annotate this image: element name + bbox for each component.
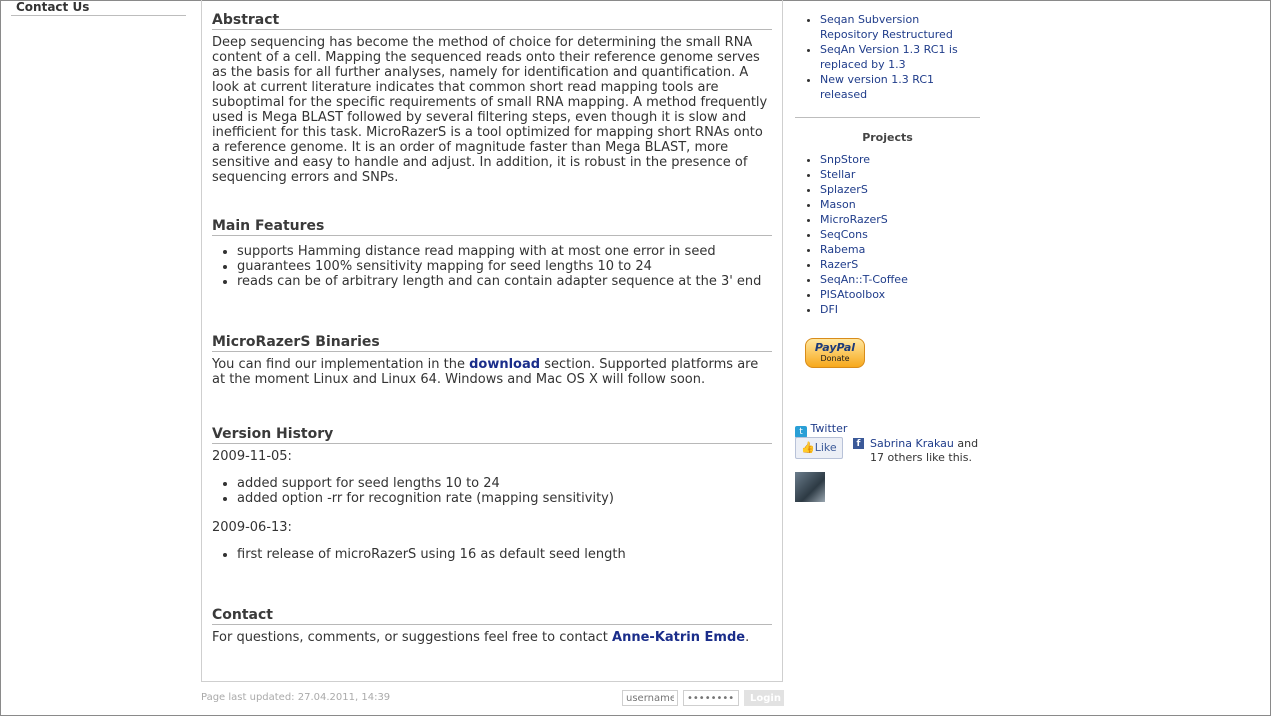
news-item: New version 1.3 RC1 released <box>820 72 980 102</box>
list-item: supports Hamming distance read mapping w… <box>237 244 772 259</box>
binaries-title: MicroRazerS Binaries <box>212 334 772 352</box>
news-link[interactable]: New version 1.3 RC1 released <box>820 73 934 101</box>
twitter-link[interactable]: t Twitter <box>795 422 847 438</box>
news-list: Seqan Subversion Repository Restructured… <box>795 12 980 102</box>
list-item: guarantees 100% sensitivity mapping for … <box>237 259 772 274</box>
footer: Page last updated: 27.04.2011, 14:39 Log… <box>201 690 784 708</box>
project-item: Mason <box>820 197 980 212</box>
abstract-text: Deep sequencing has become the method of… <box>212 35 768 185</box>
project-link[interactable]: SeqCons <box>820 228 868 241</box>
features-title: Main Features <box>212 218 772 236</box>
left-nav: Contact Us <box>11 0 186 16</box>
like-person-link[interactable]: Sabrina Krakau <box>870 437 954 450</box>
right-sidebar: Seqan Subversion Repository Restructured… <box>795 0 980 502</box>
thumbs-up-icon: 👍 <box>801 441 815 454</box>
download-link[interactable]: download <box>469 357 540 372</box>
history-date-1: 2009-11-05: <box>212 449 292 464</box>
project-link[interactable]: Rabema <box>820 243 865 256</box>
project-item: PISAtoolbox <box>820 287 980 302</box>
project-item: MicroRazerS <box>820 212 980 227</box>
project-item: SnpStore <box>820 152 980 167</box>
project-item: Stellar <box>820 167 980 182</box>
news-item: SeqAn Version 1.3 RC1 is replaced by 1.3 <box>820 42 980 72</box>
like-label: Like <box>814 441 837 454</box>
username-input[interactable] <box>622 690 678 706</box>
projects-list: SnpStore Stellar SplazerS Mason MicroRaz… <box>795 152 980 317</box>
contact-text-before: For questions, comments, or suggestions … <box>212 630 613 645</box>
news-item: Seqan Subversion Repository Restructured <box>820 12 980 42</box>
project-item: SplazerS <box>820 182 980 197</box>
contact-text-after: . <box>745 630 750 645</box>
news-link[interactable]: SeqAn Version 1.3 RC1 is replaced by 1.3 <box>820 43 958 71</box>
list-item: added option -rr for recognition rate (m… <box>237 491 772 506</box>
project-link[interactable]: RazerS <box>820 258 858 271</box>
avatar[interactable] <box>795 472 825 502</box>
paypal-label: PayPal <box>814 341 856 354</box>
project-link[interactable]: Stellar <box>820 168 855 181</box>
projects-title: Projects <box>862 131 913 144</box>
binaries-text-before: You can find our implementation in the <box>212 357 470 372</box>
last-updated: Page last updated: 27.04.2011, 14:39 <box>201 692 391 703</box>
facebook-like-button[interactable]: 👍Like <box>795 437 843 459</box>
binaries-text: You can find our implementation in the d… <box>212 357 772 387</box>
project-item: DFI <box>820 302 980 317</box>
project-link[interactable]: MicroRazerS <box>820 213 888 226</box>
paypal-donate-button[interactable]: PayPal Donate <box>805 338 865 368</box>
history-list-2: first release of microRazerS using 16 as… <box>212 547 772 562</box>
news-link[interactable]: Seqan Subversion Repository Restructured <box>820 13 953 41</box>
project-link[interactable]: Mason <box>820 198 856 211</box>
donate-label: Donate <box>820 354 850 363</box>
project-link[interactable]: SplazerS <box>820 183 868 196</box>
history-list-1: added support for seed lengths 10 to 24 … <box>212 476 772 506</box>
project-item: RazerS <box>820 257 980 272</box>
contact-link[interactable]: Anne-Katrin Emde <box>612 630 745 645</box>
contact-text: For questions, comments, or suggestions … <box>212 630 772 645</box>
project-link[interactable]: DFI <box>820 303 838 316</box>
features-list: supports Hamming distance read mapping w… <box>212 244 772 289</box>
project-link[interactable]: SnpStore <box>820 153 870 166</box>
list-item: first release of microRazerS using 16 as… <box>237 547 772 562</box>
project-item: Rabema <box>820 242 980 257</box>
project-item: SeqCons <box>820 227 980 242</box>
facebook-icon: f <box>853 438 864 449</box>
login-button[interactable]: Login <box>744 690 784 706</box>
abstract-title: Abstract <box>212 12 772 30</box>
list-item: reads can be of arbitrary length and can… <box>237 274 772 289</box>
list-item: added support for seed lengths 10 to 24 <box>237 476 772 491</box>
project-link[interactable]: PISAtoolbox <box>820 288 885 301</box>
main-content: Abstract Deep sequencing has become the … <box>201 0 783 682</box>
like-text: Sabrina Krakau and 17 others like this. <box>870 437 980 465</box>
project-link[interactable]: SeqAn::T-Coffee <box>820 273 908 286</box>
history-title: Version History <box>212 426 772 444</box>
contact-title: Contact <box>212 607 772 625</box>
project-item: SeqAn::T-Coffee <box>820 272 980 287</box>
nav-contact-us[interactable]: Contact Us <box>11 0 186 16</box>
history-date-2: 2009-06-13: <box>212 520 292 535</box>
password-input[interactable] <box>683 690 739 706</box>
twitter-label[interactable]: Twitter <box>811 422 848 435</box>
